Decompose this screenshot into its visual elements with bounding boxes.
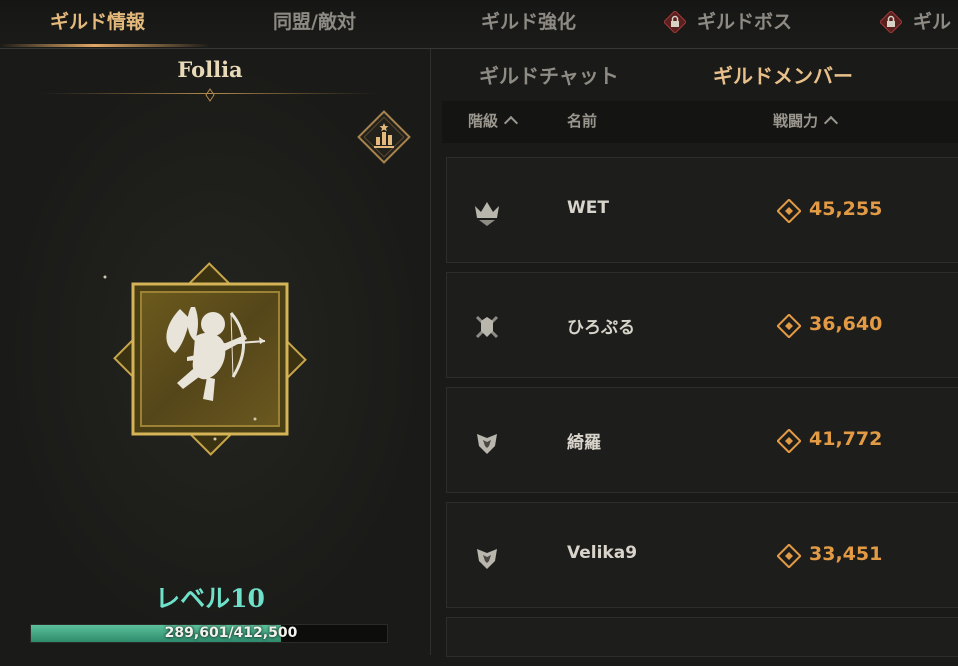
ranking-chart-icon[interactable] bbox=[354, 107, 414, 167]
member-row[interactable]: WET 45,255 bbox=[446, 157, 958, 263]
column-header-name: 名前 bbox=[567, 112, 598, 130]
member-table-header: 階級 名前 戦闘力 bbox=[442, 101, 958, 143]
guild-exp-text: 289,601/412,500 bbox=[164, 625, 298, 641]
ornament-divider bbox=[40, 88, 380, 102]
member-name: ひろぷる bbox=[567, 318, 635, 338]
column-header-power[interactable]: 戦闘力 bbox=[773, 101, 839, 143]
column-header-rank[interactable]: 階級 bbox=[468, 101, 519, 143]
sort-asc-icon bbox=[503, 115, 519, 131]
cupid-archer-emblem bbox=[100, 249, 320, 469]
member-name: Velika9 bbox=[567, 543, 638, 563]
guild-member-icon bbox=[477, 549, 497, 569]
active-tab-underline bbox=[0, 44, 210, 47]
tab-guild-members[interactable]: ギルドメンバー bbox=[713, 60, 853, 92]
combat-power-icon bbox=[777, 429, 801, 453]
panel-divider bbox=[430, 49, 431, 655]
guild-level: レベル10 bbox=[155, 584, 265, 613]
tab-guild-info[interactable]: ギルド情報 bbox=[50, 0, 145, 46]
tab-guild-boss[interactable]: ギルドボス bbox=[697, 0, 792, 46]
member-row-partial[interactable] bbox=[446, 617, 958, 657]
guild-info-panel: Follia レベル10 289,601/412,500 bbox=[0, 49, 430, 655]
member-power: 45,255 bbox=[809, 198, 883, 220]
lock-icon bbox=[664, 11, 686, 33]
member-list: WET 45,255 ひろぷる 36,640 綺羅 41,772 Velika9… bbox=[446, 157, 958, 666]
combat-power-icon bbox=[777, 544, 801, 568]
member-name: 綺羅 bbox=[567, 433, 601, 453]
member-power: 36,640 bbox=[809, 313, 883, 335]
member-row[interactable]: Velika9 33,451 bbox=[446, 502, 958, 608]
guild-exp-bar: 289,601/412,500 bbox=[30, 624, 388, 643]
sort-asc-icon bbox=[823, 115, 839, 131]
member-row[interactable]: ひろぷる 36,640 bbox=[446, 272, 958, 378]
member-power: 33,451 bbox=[809, 543, 883, 565]
member-power: 41,772 bbox=[809, 428, 883, 450]
guild-name: Follia bbox=[177, 57, 243, 82]
guild-officer-icon bbox=[475, 315, 499, 339]
member-row[interactable]: 綺羅 41,772 bbox=[446, 387, 958, 493]
tab-guild-chat[interactable]: ギルドチャット bbox=[479, 60, 619, 92]
lock-icon bbox=[880, 11, 902, 33]
tab-guild-enhance[interactable]: ギルド強化 bbox=[481, 0, 576, 46]
tab-guild-more[interactable]: ギル bbox=[913, 0, 951, 46]
guild-member-icon bbox=[477, 434, 497, 454]
combat-power-icon bbox=[777, 199, 801, 223]
member-name: WET bbox=[567, 198, 609, 218]
guild-master-crown-icon bbox=[475, 202, 499, 226]
top-tab-bar: ギルド情報 同盟/敵対 ギルド強化 ギルドボス ギル bbox=[0, 0, 958, 49]
combat-power-icon bbox=[777, 314, 801, 338]
tab-alliance-hostile[interactable]: 同盟/敵対 bbox=[273, 0, 356, 46]
